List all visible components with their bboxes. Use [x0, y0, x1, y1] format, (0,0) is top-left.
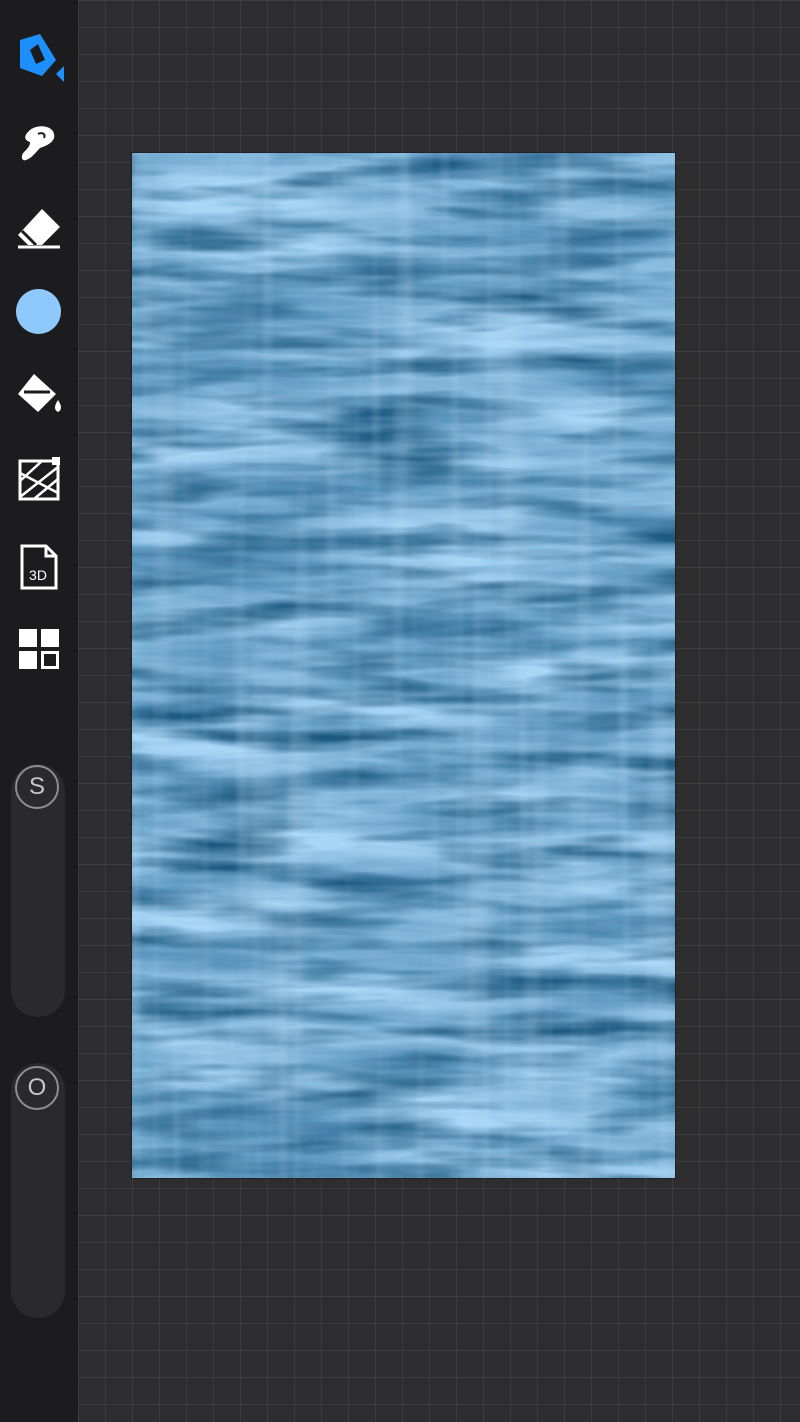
brush-library-button[interactable] [12, 30, 66, 84]
fill-button[interactable] [12, 368, 66, 422]
opacity-slider-knob[interactable]: O [15, 1066, 59, 1110]
eraser-button[interactable] [12, 201, 66, 255]
paint-bucket-icon [12, 368, 66, 422]
pen-nib-icon [12, 30, 66, 84]
water-texture-artwork [132, 153, 675, 1178]
left-toolbar: 3D S O [0, 0, 78, 1422]
texture-grid-icon [12, 453, 66, 507]
size-slider-knob[interactable]: S [15, 765, 59, 809]
size-label: S [28, 773, 45, 800]
texture-paint-button[interactable] [12, 453, 66, 507]
color-picker-swatch[interactable] [16, 289, 61, 334]
opacity-label: O [27, 1074, 47, 1101]
drawing-canvas[interactable] [132, 153, 675, 1178]
3d-model-button[interactable]: 3D [12, 540, 66, 594]
smudge-finger-icon [12, 116, 66, 170]
3d-file-icon: 3D [12, 540, 66, 594]
smudge-button[interactable] [12, 116, 66, 170]
app-window: 3D S O [0, 0, 800, 1422]
eraser-icon [12, 201, 66, 255]
layers-grid-icon [12, 622, 66, 676]
layers-button[interactable] [12, 622, 66, 676]
3d-label: 3D [29, 567, 47, 583]
